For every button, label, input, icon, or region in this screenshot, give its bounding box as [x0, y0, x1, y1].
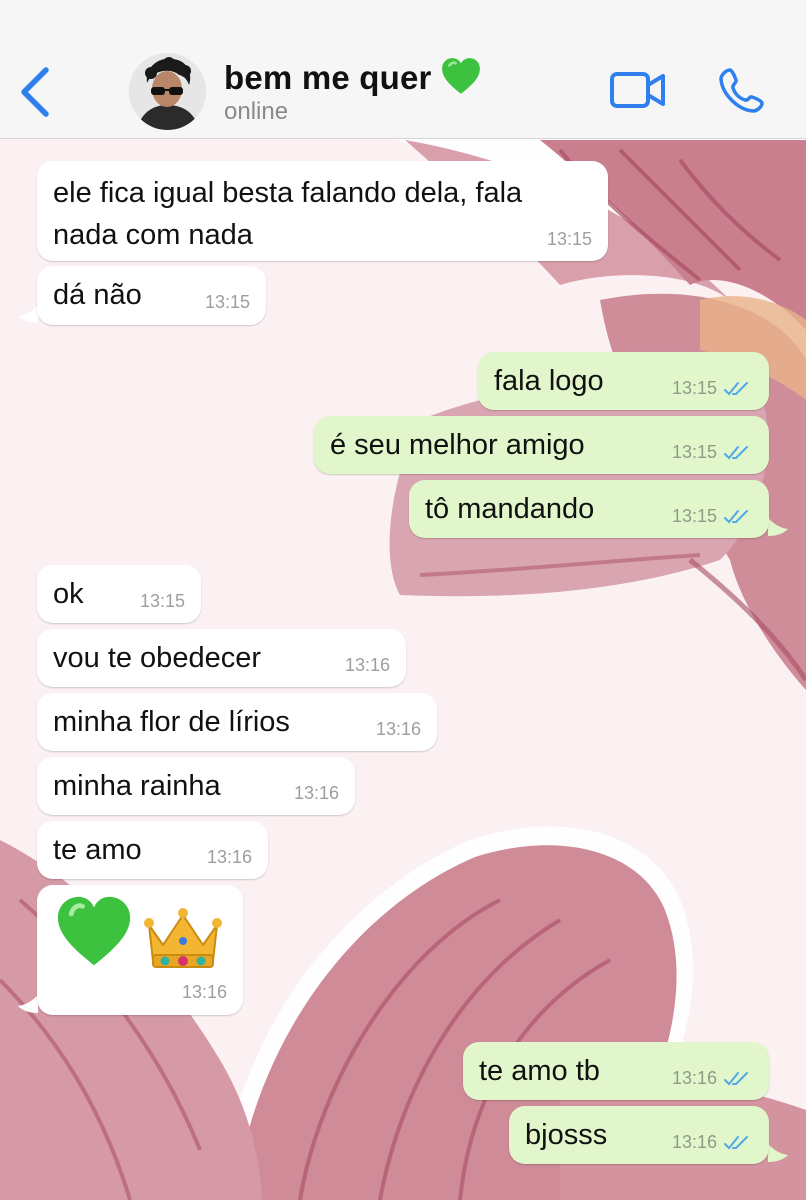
- message-time: 13:16: [671, 1132, 717, 1152]
- read-receipt-icon: [724, 510, 748, 524]
- message-text: minha flor de lírios: [53, 706, 290, 738]
- message-bubble-outgoing[interactable]: te amo tb 13:16: [463, 1042, 769, 1100]
- video-camera-icon[interactable]: [609, 69, 667, 111]
- message-time: 13:16: [671, 1068, 717, 1088]
- message-text: te amo: [53, 834, 142, 866]
- message-text: dá não: [53, 279, 142, 311]
- message-bubble-outgoing[interactable]: é seu melhor amigo 13:15: [314, 416, 769, 474]
- chat-header: bem me quer online: [0, 0, 806, 139]
- message-text: ok: [53, 578, 84, 610]
- message-bubble-outgoing[interactable]: tô mandando 13:15: [409, 480, 769, 538]
- message-bubble-incoming[interactable]: ele fica igual besta falando dela, fala …: [37, 161, 608, 261]
- message-time: 13:15: [671, 506, 717, 526]
- message-bubble-incoming[interactable]: minha rainha 13:16: [37, 757, 355, 815]
- message-bubble-incoming[interactable]: dá não 13:15: [37, 266, 266, 325]
- green-heart-icon: [57, 896, 131, 966]
- message-text: fala logo: [494, 365, 604, 397]
- message-bubble-incoming-emoji[interactable]: 13:16: [37, 885, 243, 1015]
- message-time: 13:15: [546, 229, 592, 249]
- message-time: 13:15: [139, 591, 185, 611]
- message-bubble-outgoing[interactable]: fala logo 13:15: [478, 352, 769, 410]
- outgoing-bubble-tail: [768, 518, 788, 536]
- message-time: 13:16: [181, 982, 227, 1002]
- incoming-bubble-tail: [18, 995, 38, 1013]
- message-text: vou te obedecer: [53, 642, 261, 674]
- read-receipt-icon: [724, 382, 748, 396]
- message-bubble-incoming[interactable]: ok 13:15: [37, 565, 201, 623]
- message-text: tô mandando: [425, 493, 595, 525]
- phone-icon[interactable]: [718, 66, 766, 114]
- message-bubble-outgoing[interactable]: bjosss 13:16: [509, 1106, 769, 1164]
- avatar[interactable]: [129, 53, 206, 130]
- outgoing-bubble-tail: [768, 1144, 788, 1162]
- green-heart-icon: [441, 58, 480, 94]
- read-receipt-icon: [724, 1136, 748, 1150]
- read-receipt-icon: [724, 446, 748, 460]
- message-time: 13:15: [671, 442, 717, 462]
- incoming-bubble-tail: [18, 305, 38, 323]
- message-time: 13:16: [293, 783, 339, 803]
- read-receipt-icon: [724, 1072, 748, 1086]
- message-bubble-incoming[interactable]: vou te obedecer 13:16: [37, 629, 406, 687]
- message-time: 13:15: [671, 378, 717, 398]
- contact-name-text: bem me quer: [224, 59, 432, 96]
- message-text: minha rainha: [53, 770, 221, 802]
- contact-status: online: [224, 98, 289, 125]
- message-text: é seu melhor amigo: [330, 429, 585, 461]
- avatar-photo: [129, 53, 206, 130]
- message-text: bjosss: [525, 1119, 608, 1151]
- message-bubble-incoming[interactable]: minha flor de lírios 13:16: [37, 693, 437, 751]
- message-time: 13:16: [206, 847, 252, 867]
- message-bubble-incoming[interactable]: te amo 13:16: [37, 821, 268, 879]
- contact-name[interactable]: bem me quer: [224, 56, 482, 98]
- message-time: 13:16: [375, 719, 421, 739]
- message-text: te amo tb: [479, 1055, 600, 1087]
- message-time: 13:15: [204, 292, 250, 312]
- chevron-left-icon[interactable]: [14, 66, 54, 118]
- crown-icon: [144, 908, 222, 968]
- message-time: 13:16: [344, 655, 390, 675]
- chat-screen: bem me quer online ele fica igual besta …: [0, 0, 806, 1200]
- message-text: ele fica igual besta falando dela, fala …: [53, 177, 523, 251]
